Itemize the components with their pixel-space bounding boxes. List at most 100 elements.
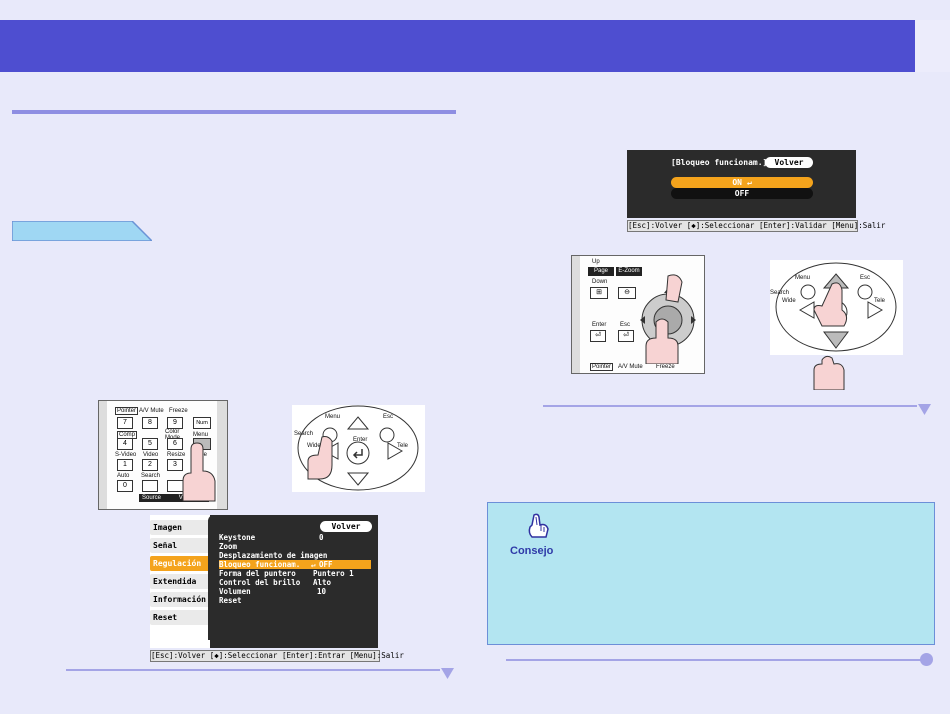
- menu-tab-imagen[interactable]: Imagen: [150, 520, 210, 535]
- av-mute-label: A/V Mute: [139, 408, 164, 414]
- page-label: Page: [588, 267, 614, 276]
- dpad-with-hands-icon: [640, 274, 696, 364]
- back-button[interactable]: Volver: [320, 521, 372, 532]
- dial-esc-label: Esc: [860, 275, 871, 281]
- dial-tele-label: Tele: [874, 298, 886, 304]
- menu-row[interactable]: Volumen 10: [219, 587, 369, 596]
- auto-label: Auto: [117, 473, 130, 479]
- menu-row[interactable]: Keystone 0: [219, 533, 369, 542]
- av-mute-label: A/V Mute: [618, 364, 643, 370]
- dial-wide-label: Wide: [307, 443, 321, 449]
- pressing-hand-icon: [182, 442, 216, 502]
- remote-edge: [99, 401, 107, 509]
- pointer-label: Pointer: [590, 363, 614, 371]
- lock-dialog-title: [Bloqueo funcionam.]: [671, 158, 768, 167]
- up-label: Up: [592, 259, 600, 265]
- menu-row-label: Reset: [219, 596, 242, 605]
- key-1[interactable]: 1: [117, 459, 133, 471]
- key-7[interactable]: 7: [117, 417, 133, 429]
- remote-keypad-left: Pointer A/V Mute Freeze 7 8 9 Num Comp C…: [98, 400, 228, 510]
- freeze-label: Freeze: [656, 364, 675, 370]
- tip-label: Consejo: [510, 545, 554, 557]
- dial-search-label: Search: [294, 431, 314, 437]
- enter-icon: ↵: [746, 178, 752, 187]
- key-5[interactable]: 5: [142, 438, 158, 450]
- key-8[interactable]: 8: [142, 417, 158, 429]
- page-end-rule: [506, 659, 922, 661]
- menu-row-label: Forma del puntero: [219, 569, 296, 578]
- tip-box: Consejo: [487, 502, 935, 645]
- enter-icon: ↵: [311, 560, 316, 569]
- lock-dialog-screen: [Bloqueo funcionam.] Volver ON ↵ OFF: [627, 150, 856, 218]
- section-rule: [12, 110, 456, 114]
- lock-option-on-label: ON: [732, 178, 742, 187]
- esc-key[interactable]: ⏎: [618, 330, 634, 342]
- page-down-key[interactable]: ⊞: [590, 287, 608, 299]
- end-dot-icon: [920, 653, 933, 666]
- dial-menu-label: Menu: [325, 414, 341, 420]
- menu-row-label: Volumen: [219, 587, 251, 596]
- dial-enter-label: Enter: [353, 437, 368, 443]
- key-0[interactable]: 0: [117, 480, 133, 492]
- esc-label: Esc: [620, 322, 631, 328]
- s-video-label: S-Video: [115, 452, 137, 458]
- dial-menu-label: Menu: [795, 275, 811, 281]
- menu-row[interactable]: Desplazamiento de imagen: [219, 551, 369, 560]
- pointing-hand-icon: [528, 513, 549, 538]
- next-arrow-icon[interactable]: [441, 668, 454, 680]
- remote-dial-right: [770, 260, 903, 390]
- page-header-tab: [915, 20, 950, 72]
- zoom-key[interactable]: ⊖: [618, 287, 636, 299]
- dial-tele-label: Tele: [397, 443, 409, 449]
- section-end-rule: [66, 669, 440, 671]
- enter-label: Enter: [592, 322, 607, 328]
- menu-row-label: Bloqueo funcionam.: [219, 560, 301, 569]
- enter-key[interactable]: ⏎: [590, 330, 606, 342]
- menu-row-label: Desplazamiento de imagen: [219, 551, 328, 560]
- source-label: Source: [142, 495, 162, 501]
- lock-back-button[interactable]: Volver: [765, 157, 813, 168]
- menu-tab-extendida[interactable]: Extendida: [150, 574, 210, 589]
- menu-row-value: 10: [317, 587, 327, 596]
- menu-tab-reset[interactable]: Reset: [150, 610, 210, 625]
- key-4[interactable]: 4: [117, 438, 133, 450]
- key-2[interactable]: 2: [142, 459, 158, 471]
- section-end-rule: [543, 405, 917, 407]
- menu-row-label: Zoom: [219, 542, 238, 551]
- page-header-band: [0, 20, 915, 72]
- menu-tab-informacion[interactable]: Información: [150, 592, 210, 607]
- menu-row-selected[interactable]: Bloqueo funcionam. ↵ OFF: [219, 560, 371, 569]
- pointer-key-label: Pointer: [115, 407, 139, 415]
- next-arrow-icon[interactable]: [918, 404, 931, 416]
- procedure-tab: [12, 221, 152, 241]
- menu-row-value: Alto: [313, 578, 332, 587]
- menu-row-value: Puntero 1: [313, 569, 354, 578]
- video-label: Video: [143, 452, 159, 458]
- freeze-label: Freeze: [169, 408, 188, 414]
- lock-option-on[interactable]: ON ↵: [671, 177, 813, 188]
- menu-row-label: Keystone: [219, 533, 256, 542]
- menu-tab-senal[interactable]: Señal: [150, 538, 210, 553]
- menu-row[interactable]: Reset: [219, 596, 369, 605]
- dial-wide-label: Wide: [782, 298, 796, 304]
- key-9[interactable]: 9: [167, 417, 183, 429]
- search-label: Search: [141, 473, 161, 479]
- remote-dpad-right: Up Page Down E-Zoom ⊞ ⊖ Enter Esc ⏎ ⏎ Po…: [571, 255, 705, 374]
- search-key[interactable]: [142, 480, 158, 492]
- settings-menu-screen: Imagen Señal Regulación Extendida Inform…: [150, 515, 378, 648]
- remote-edge: [572, 256, 580, 373]
- menu-row-value: 0: [319, 533, 324, 542]
- menu-row[interactable]: Forma del puntero Puntero 1: [219, 569, 369, 578]
- menu-row-label: Control del brillo: [219, 578, 301, 587]
- dial-search-label: Search: [770, 290, 790, 296]
- lock-help-bar: [Esc]:Volver [◆]:Seleccionar [Enter]:Val…: [627, 220, 886, 232]
- key-num[interactable]: Num: [193, 417, 211, 429]
- lock-option-off[interactable]: OFF: [671, 188, 813, 199]
- dial-esc-label: Esc: [383, 414, 394, 420]
- menu-row-value: OFF: [319, 560, 333, 569]
- menu-help-bar: [Esc]:Volver [◆]:Seleccionar [Enter]:Ent…: [150, 650, 404, 662]
- down-label: Down: [592, 279, 608, 285]
- menu-row[interactable]: Control del brillo Alto: [219, 578, 369, 587]
- menu-row[interactable]: Zoom: [219, 542, 369, 551]
- menu-tab-regulacion[interactable]: Regulación: [150, 556, 210, 571]
